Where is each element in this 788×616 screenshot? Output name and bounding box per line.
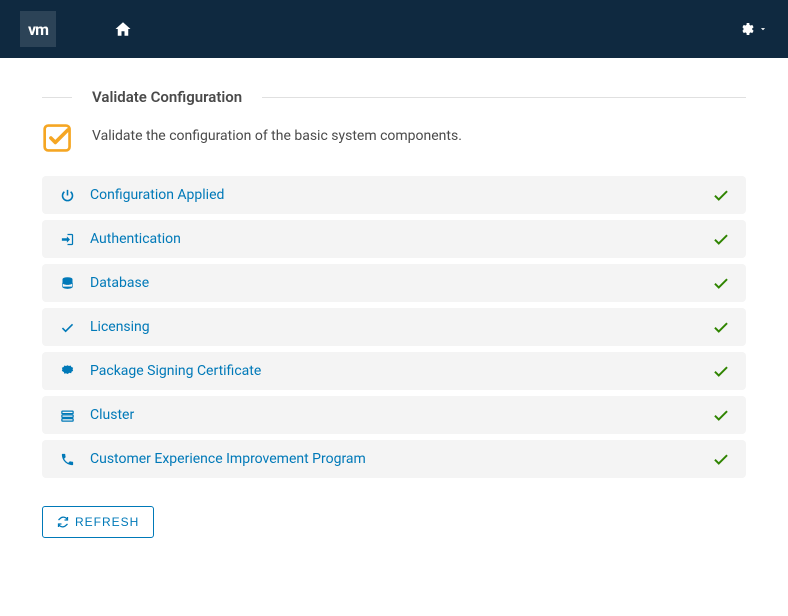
validation-item-configuration-applied[interactable]: Configuration Applied xyxy=(42,176,746,214)
validation-item-package-signing[interactable]: Package Signing Certificate xyxy=(42,352,746,390)
main-content: Validate Configuration Validate the conf… xyxy=(0,58,788,568)
header-left: vm xyxy=(20,11,132,47)
validation-label: Licensing xyxy=(90,319,150,335)
validation-item-database[interactable]: Database xyxy=(42,264,746,302)
validation-item-authentication[interactable]: Authentication xyxy=(42,220,746,258)
description-row: Validate the configuration of the basic … xyxy=(42,122,746,154)
validation-left: Authentication xyxy=(58,231,181,247)
database-icon xyxy=(58,276,76,291)
settings-menu[interactable] xyxy=(738,21,768,37)
check-square-icon xyxy=(42,122,74,154)
power-icon xyxy=(58,188,76,203)
validation-label: Configuration Applied xyxy=(90,187,224,203)
status-success-icon xyxy=(712,230,730,248)
top-header: vm xyxy=(0,0,788,58)
validation-item-ceip[interactable]: Customer Experience Improvement Program xyxy=(42,440,746,478)
validation-left: Configuration Applied xyxy=(58,187,224,203)
validation-list: Configuration Applied Authentication xyxy=(42,176,746,478)
check-icon xyxy=(58,320,76,335)
refresh-icon xyxy=(57,516,69,528)
status-success-icon xyxy=(712,274,730,292)
vm-logo[interactable]: vm xyxy=(20,11,56,47)
status-success-icon xyxy=(712,186,730,204)
validation-label: Cluster xyxy=(90,407,134,423)
section-header: Validate Configuration xyxy=(42,88,746,106)
divider-left xyxy=(42,97,72,98)
validation-label: Customer Experience Improvement Program xyxy=(90,451,366,467)
section-title: Validate Configuration xyxy=(92,88,242,106)
validation-left: Cluster xyxy=(58,407,134,423)
validation-left: Licensing xyxy=(58,319,150,335)
phone-icon xyxy=(58,452,76,467)
login-icon xyxy=(58,232,76,247)
validation-left: Database xyxy=(58,275,149,291)
refresh-button[interactable]: REFRESH xyxy=(42,506,154,538)
validation-left: Package Signing Certificate xyxy=(58,363,261,379)
section-description: Validate the configuration of the basic … xyxy=(92,122,462,144)
validation-label: Authentication xyxy=(90,231,181,247)
status-success-icon xyxy=(712,406,730,424)
home-icon[interactable] xyxy=(114,20,132,38)
validation-label: Package Signing Certificate xyxy=(90,363,261,379)
status-success-icon xyxy=(712,450,730,468)
vm-logo-text: vm xyxy=(28,20,48,39)
status-success-icon xyxy=(712,362,730,380)
validation-item-licensing[interactable]: Licensing xyxy=(42,308,746,346)
certificate-icon xyxy=(58,364,76,379)
validation-left: Customer Experience Improvement Program xyxy=(58,451,366,467)
cluster-icon xyxy=(58,408,76,423)
status-success-icon xyxy=(712,318,730,336)
validation-item-cluster[interactable]: Cluster xyxy=(42,396,746,434)
divider-right xyxy=(262,97,746,98)
validation-label: Database xyxy=(90,275,149,291)
gear-icon xyxy=(738,21,754,37)
chevron-down-icon xyxy=(758,24,768,34)
refresh-label: REFRESH xyxy=(75,515,139,529)
